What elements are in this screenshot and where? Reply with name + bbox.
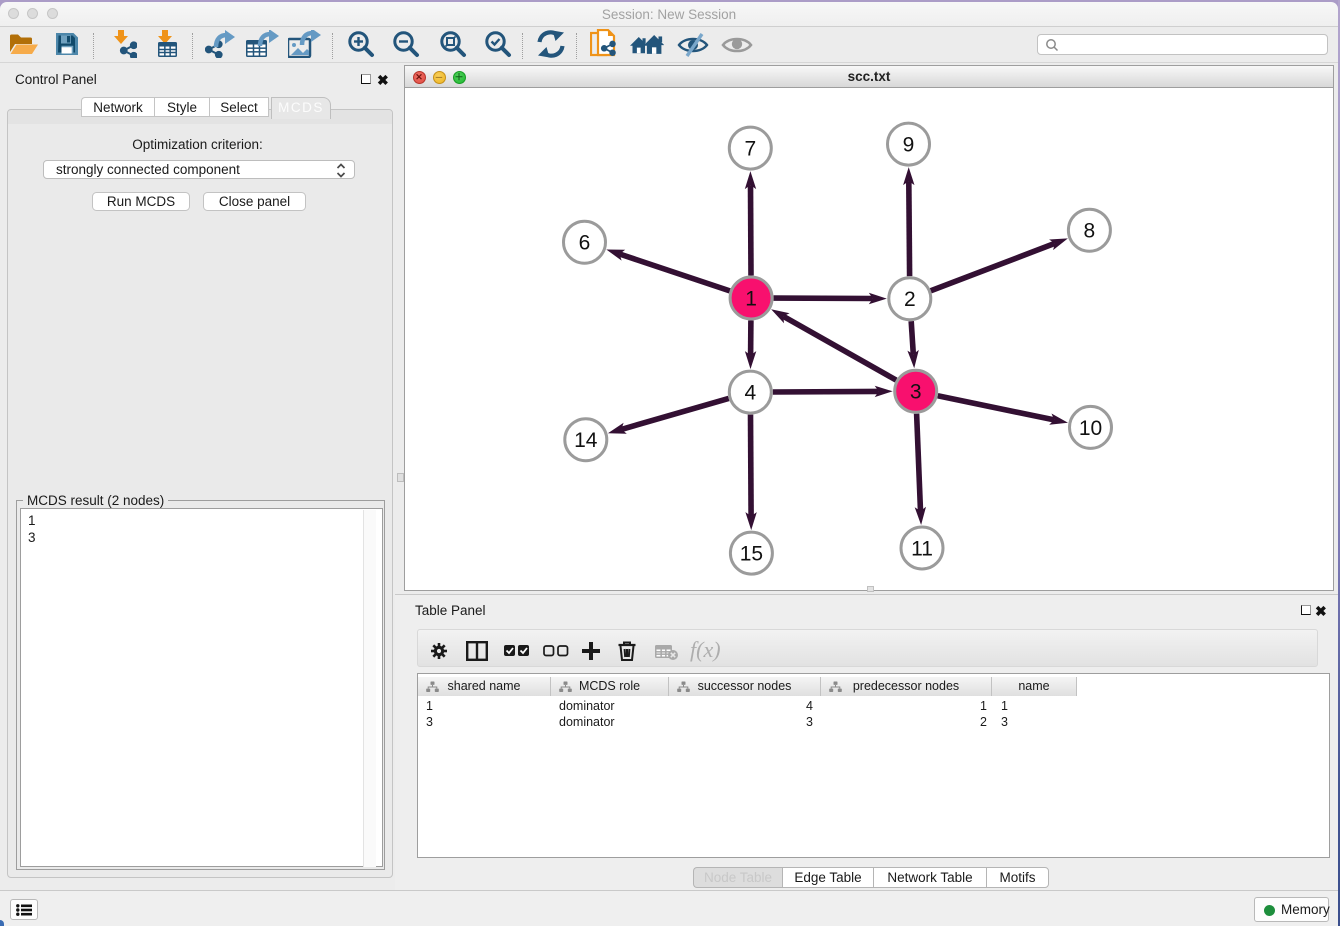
svg-text:10: 10: [1079, 417, 1102, 440]
svg-text:11: 11: [911, 538, 933, 561]
svg-text:4: 4: [744, 382, 756, 405]
svg-text:1: 1: [745, 288, 757, 311]
svg-text:6: 6: [579, 232, 591, 255]
svg-text:2: 2: [904, 288, 916, 311]
svg-text:9: 9: [903, 134, 915, 157]
svg-text:14: 14: [574, 429, 598, 452]
svg-text:8: 8: [1084, 220, 1096, 243]
svg-text:3: 3: [910, 381, 922, 404]
svg-text:15: 15: [740, 543, 763, 566]
svg-text:7: 7: [744, 138, 756, 161]
